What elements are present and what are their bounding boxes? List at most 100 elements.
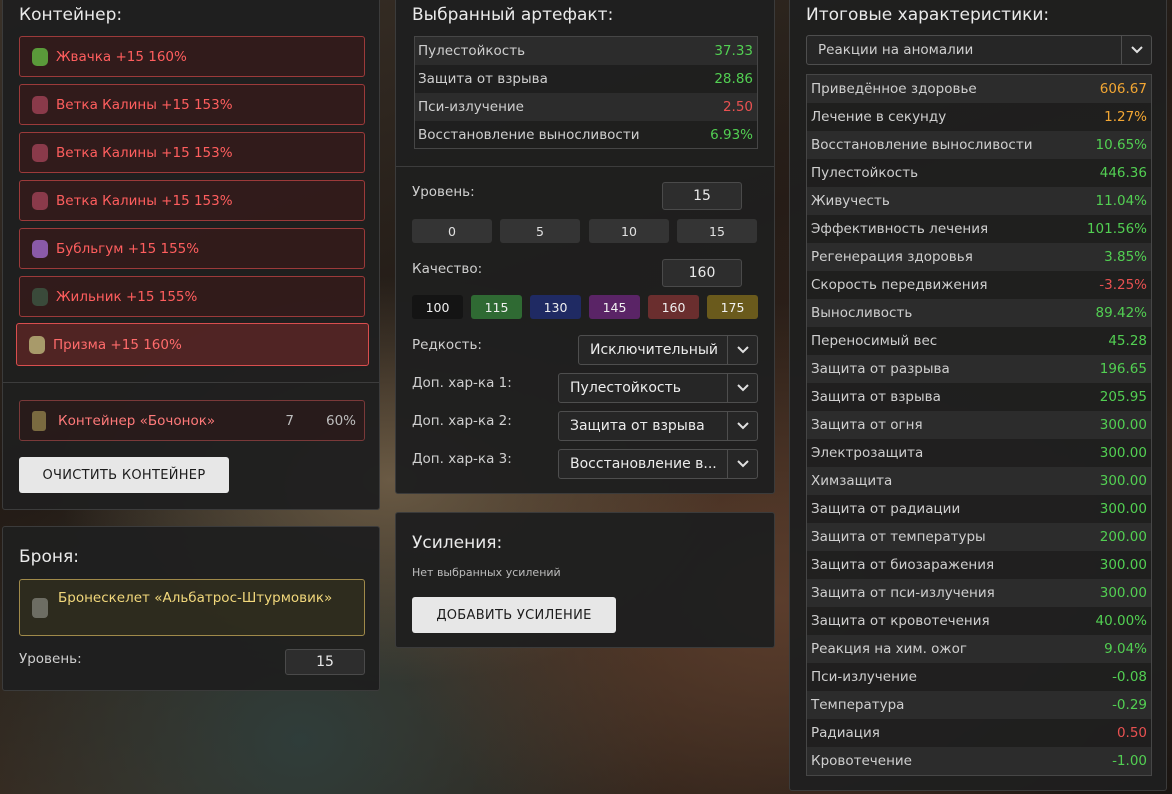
quality-preset-button[interactable]: 175 <box>707 295 758 319</box>
purple-artifact-icon <box>32 239 48 258</box>
artifact-slot-label: Жвачка +15 160% <box>56 48 187 65</box>
artifact-slot[interactable]: Призма +15 160% <box>16 323 369 366</box>
total-value: 45.28 <box>1108 333 1147 349</box>
quality-preset-button[interactable]: 145 <box>589 295 640 319</box>
artifact-slot[interactable]: Жвачка +15 160% <box>19 36 365 77</box>
quality-label: Качество: <box>412 261 483 277</box>
artifact-slot[interactable]: Ветка Калины +15 153% <box>19 84 365 125</box>
total-row: Защита от радиации 300.00 <box>807 495 1151 523</box>
total-row: Пулестойкость 446.36 <box>807 159 1151 187</box>
extra2-select[interactable]: Защита от взрыва <box>558 411 758 441</box>
level-preset-button[interactable]: 0 <box>412 219 492 243</box>
armor-level-label: Уровень: <box>19 651 82 667</box>
artifact-slot[interactable]: Ветка Калины +15 153% <box>19 132 365 173</box>
total-row: Защита от пси-излучения 300.00 <box>807 579 1151 607</box>
total-value: 196.65 <box>1099 361 1147 377</box>
totals-filter-select[interactable]: Реакции на аномалии <box>806 35 1152 65</box>
add-boost-button[interactable]: ДОБАВИТЬ УСИЛЕНИЕ <box>412 597 616 633</box>
total-value: 300.00 <box>1099 473 1147 489</box>
selected-artifact-panel: Выбранный артефакт: Пулестойкость 37.33 За… <box>395 0 775 494</box>
quality-preset-button[interactable]: 115 <box>471 295 522 319</box>
totals-panel: Итоговые характеристики: Реакции на аном… <box>789 0 1167 791</box>
total-name: Защита от разрыва <box>811 361 950 377</box>
stat-name: Защита от взрыва <box>418 71 548 87</box>
armor-item[interactable]: Бронескелет «Альбатрос-Штурмовик» <box>19 579 365 636</box>
total-row: Химзащита 300.00 <box>807 467 1151 495</box>
total-row: Защита от огня 300.00 <box>807 411 1151 439</box>
level-preset-button[interactable]: 15 <box>677 219 757 243</box>
chevron-down-icon <box>727 412 757 440</box>
boosts-title: Усиления: <box>412 533 503 553</box>
total-row: Живучесть 11.04% <box>807 187 1151 215</box>
artifact-slot[interactable]: Жильник +15 155% <box>19 276 365 317</box>
total-value: -0.29 <box>1112 697 1147 713</box>
total-name: Регенерация здоровья <box>811 249 973 265</box>
total-value: 11.04% <box>1095 193 1147 209</box>
artifact-quality-input[interactable]: 160 <box>662 259 742 287</box>
total-name: Переносимый вес <box>811 333 938 349</box>
total-row: Защита от взрыва 205.95 <box>807 383 1151 411</box>
berry-branch-icon <box>32 95 48 114</box>
totals-title: Итоговые характеристики: <box>806 5 1050 25</box>
armor-level-input[interactable]: 15 <box>285 649 365 675</box>
total-value: 40.00% <box>1095 613 1147 629</box>
total-row: Защита от кровотечения 40.00% <box>807 607 1151 635</box>
artifact-slot-label: Призма +15 160% <box>53 336 182 353</box>
chevron-down-icon <box>1121 36 1151 64</box>
total-value: 101.56% <box>1086 221 1147 237</box>
container-slots: 7 <box>285 412 294 429</box>
total-row: Защита от температуры 200.00 <box>807 523 1151 551</box>
total-value: 10.65% <box>1095 137 1147 153</box>
armor-icon <box>32 598 48 618</box>
extra1-select-value: Пулестойкость <box>570 380 682 396</box>
chevron-down-icon <box>727 450 757 478</box>
artifact-stats-table: Пулестойкость 37.33 Защита от взрыва 28.86 П… <box>414 36 758 149</box>
stat-name: Пси-излучение <box>418 99 524 115</box>
total-row: Защита от биозаражения 300.00 <box>807 551 1151 579</box>
quality-preset-button[interactable]: 100 <box>412 295 463 319</box>
level-preset-button[interactable]: 5 <box>500 219 580 243</box>
level-preset-button[interactable]: 10 <box>589 219 669 243</box>
stat-row: Пулестойкость 37.33 <box>415 37 757 65</box>
total-value: -0.08 <box>1112 669 1147 685</box>
total-row: Эффективность лечения 101.56% <box>807 215 1151 243</box>
totals-table: Приведённое здоровье 606.67 Лечение в секу… <box>806 74 1152 776</box>
total-name: Защита от огня <box>811 417 923 433</box>
total-name: Выносливость <box>811 305 913 321</box>
berry-branch-icon <box>32 143 48 162</box>
extra1-label: Доп. хар-ка 1: <box>412 375 512 391</box>
total-value: -1.00 <box>1112 753 1147 769</box>
rarity-select[interactable]: Исключительный <box>578 335 758 365</box>
total-value: 300.00 <box>1099 557 1147 573</box>
extra3-select[interactable]: Восстановление в... <box>558 449 758 479</box>
total-name: Лечение в секунду <box>811 109 947 125</box>
quality-preset-button[interactable]: 130 <box>530 295 581 319</box>
total-row: Переносимый вес 45.28 <box>807 327 1151 355</box>
total-name: Электрозащита <box>811 445 924 461</box>
prism-artifact-icon <box>29 335 45 354</box>
total-row: Температура -0.29 <box>807 691 1151 719</box>
clear-container-button[interactable]: ОЧИСТИТЬ КОНТЕЙНЕР <box>19 457 229 493</box>
artifact-level-input[interactable]: 15 <box>662 182 742 210</box>
stat-row: Защита от взрыва 28.86 <box>415 65 757 93</box>
total-row: Реакция на хим. ожог 9.04% <box>807 635 1151 663</box>
total-name: Пулестойкость <box>811 165 919 181</box>
total-name: Защита от радиации <box>811 501 961 517</box>
total-name: Пси-излучение <box>811 669 917 685</box>
total-name: Защита от взрыва <box>811 389 941 405</box>
total-row: Выносливость 89.42% <box>807 299 1151 327</box>
artifact-slot[interactable]: Бубльгум +15 155% <box>19 228 365 269</box>
dark-artifact-icon <box>32 287 48 306</box>
total-value: 9.04% <box>1104 641 1147 657</box>
extra2-label: Доп. хар-ка 2: <box>412 413 512 429</box>
container-panel: Контейнер: Жвачка +15 160% Ветка Калины +… <box>2 0 380 510</box>
extra2-select-value: Защита от взрыва <box>570 418 705 434</box>
extra1-select[interactable]: Пулестойкость <box>558 373 758 403</box>
artifact-slot[interactable]: Ветка Калины +15 153% <box>19 180 365 221</box>
total-name: Восстановление выносливости <box>811 137 1033 153</box>
container-item[interactable]: Контейнер «Бочонок» 7 60% <box>19 400 365 441</box>
total-value: 200.00 <box>1099 529 1147 545</box>
quality-preset-button[interactable]: 160 <box>648 295 699 319</box>
rarity-label: Редкость: <box>412 337 482 353</box>
armor-title: Броня: <box>19 547 79 567</box>
